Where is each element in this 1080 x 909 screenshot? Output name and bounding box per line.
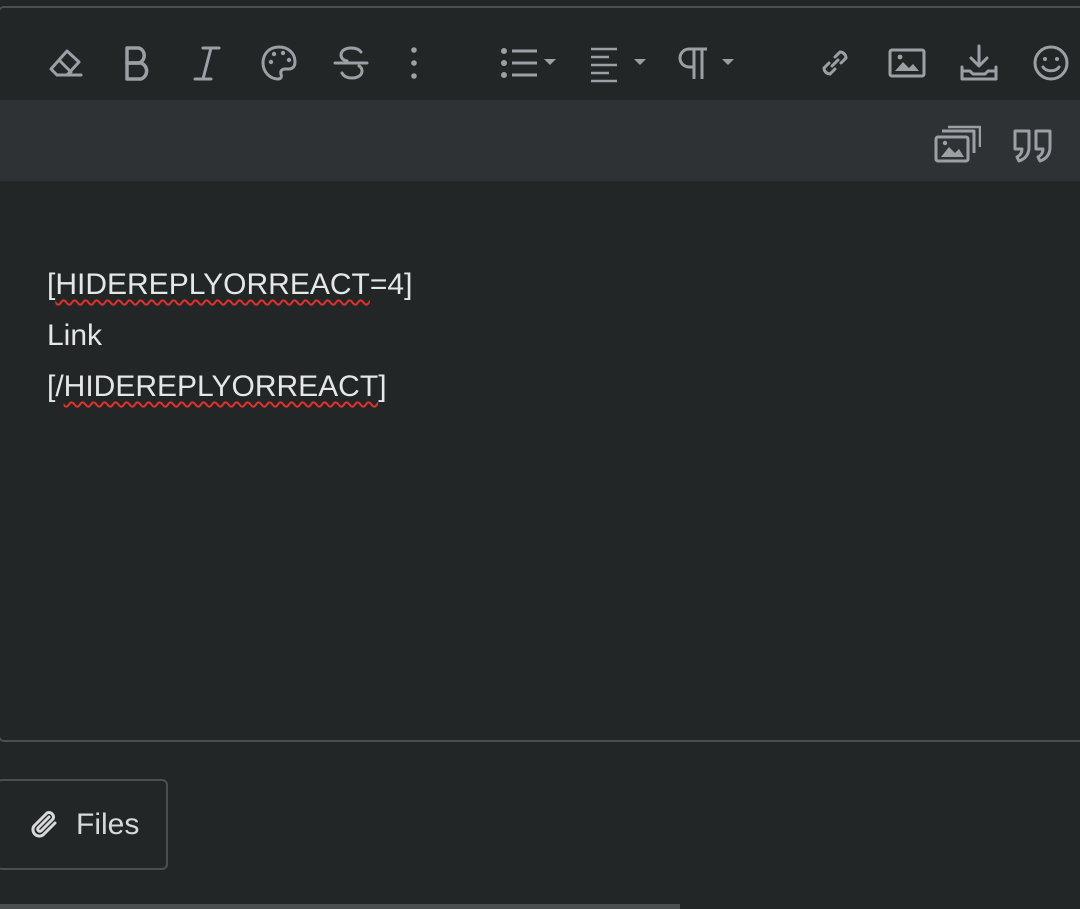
align-dropdown[interactable] bbox=[586, 38, 658, 88]
bold-button[interactable] bbox=[112, 38, 162, 88]
line-text: Link bbox=[47, 319, 103, 352]
line-text: [/ bbox=[47, 370, 64, 403]
list-icon bbox=[501, 48, 556, 78]
toolbar-secondary bbox=[0, 100, 1080, 181]
insert-emoji-button[interactable] bbox=[1026, 38, 1076, 88]
eraser-icon bbox=[49, 49, 83, 77]
paragraph-icon bbox=[678, 47, 734, 79]
misspelled-word: HIDEREPLYORREACT bbox=[55, 268, 370, 301]
text-color-button[interactable] bbox=[254, 38, 304, 88]
palette-icon bbox=[261, 45, 297, 81]
rich-text-editor: [HIDEREPLYORREACT=4] Link [/HIDEREPLYORR… bbox=[0, 6, 1080, 742]
paperclip-icon bbox=[31, 810, 57, 838]
divider bbox=[0, 904, 680, 909]
list-dropdown[interactable] bbox=[496, 38, 568, 88]
line-text: =4] bbox=[369, 268, 413, 301]
insert-media-button[interactable] bbox=[954, 38, 1004, 88]
editor-text-area[interactable]: [HIDEREPLYORREACT=4] Link [/HIDEREPLYORR… bbox=[0, 181, 1080, 740]
attach-files-button[interactable]: Files bbox=[0, 779, 168, 870]
smiley-icon bbox=[1033, 45, 1069, 81]
editor-line: [HIDEREPLYORREACT=4] bbox=[47, 259, 1080, 310]
editor-line: [/HIDEREPLYORREACT] bbox=[47, 361, 1080, 412]
link-icon bbox=[822, 50, 848, 76]
insert-image-button[interactable] bbox=[882, 38, 932, 88]
more-options-button[interactable] bbox=[399, 38, 429, 88]
editor-line: Link bbox=[47, 310, 1080, 361]
misspelled-word: HIDEREPLYORREACT bbox=[63, 370, 379, 403]
image-icon bbox=[888, 48, 926, 78]
strikethrough-button[interactable] bbox=[326, 38, 376, 88]
eraser-button[interactable] bbox=[40, 38, 90, 88]
toolbar-primary bbox=[0, 8, 1080, 100]
strikethrough-icon bbox=[333, 46, 369, 80]
line-text: ] bbox=[378, 370, 387, 403]
quote-icon bbox=[1013, 129, 1052, 163]
italic-icon bbox=[193, 46, 221, 81]
more-vertical-icon bbox=[411, 47, 417, 79]
gallery-icon bbox=[934, 125, 981, 163]
download-icon bbox=[960, 44, 998, 81]
files-label: Files bbox=[76, 807, 140, 841]
bold-icon bbox=[125, 46, 149, 81]
insert-gallery-button[interactable] bbox=[930, 120, 984, 170]
paragraph-dropdown[interactable] bbox=[676, 38, 748, 88]
italic-button[interactable] bbox=[182, 38, 232, 88]
insert-link-button[interactable] bbox=[810, 38, 860, 88]
align-icon bbox=[591, 47, 646, 83]
insert-quote-button[interactable] bbox=[1006, 120, 1060, 170]
